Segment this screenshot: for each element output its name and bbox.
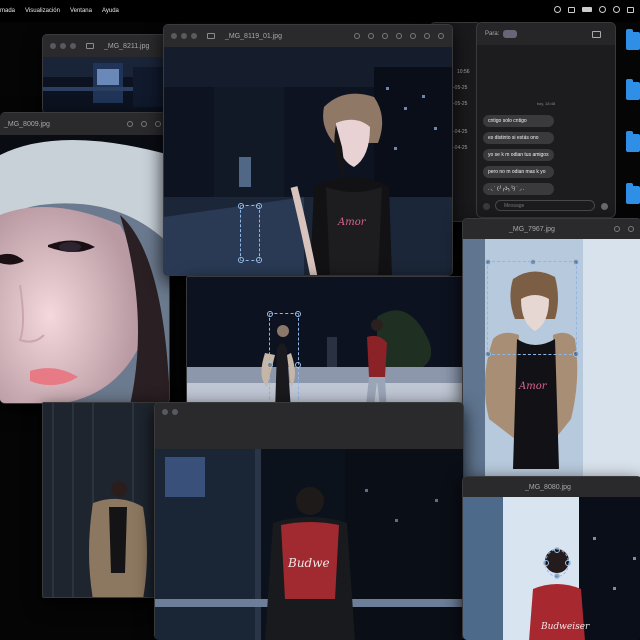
menu-bar: mada Visualización Ventana Ayuda — [0, 0, 640, 22]
message-bubble[interactable]: es distinto si estás ono — [483, 132, 554, 144]
clock-icon[interactable] — [627, 6, 634, 13]
sidebar-toggle-icon[interactable] — [207, 33, 215, 39]
window-title: _MG_8009.jpg — [4, 120, 50, 128]
desktop-folder-icon[interactable] — [626, 183, 640, 204]
rotate-icon[interactable] — [424, 33, 430, 39]
preview-window-fur-coat[interactable] — [42, 402, 158, 598]
window-titlebar[interactable]: _MG_8211.jpg — [43, 35, 167, 57]
zoom-icon[interactable] — [141, 121, 147, 127]
photo-image — [0, 135, 169, 403]
info-icon[interactable] — [127, 121, 133, 127]
message-bubble[interactable]: yo se k m odian tus amigos — [483, 149, 554, 161]
close-button[interactable] — [171, 33, 177, 39]
recipient-avatar[interactable] — [503, 30, 518, 38]
minimize-button[interactable] — [181, 33, 187, 39]
desktop-folder-icon[interactable] — [626, 131, 640, 152]
screen-mirror-icon[interactable] — [568, 6, 575, 13]
info-icon[interactable] — [354, 33, 360, 39]
markup-icon[interactable] — [410, 33, 416, 39]
close-button[interactable] — [50, 43, 56, 49]
siri-icon[interactable] — [554, 6, 561, 13]
minimize-button[interactable] — [60, 43, 66, 49]
message-bubble[interactable]: pero no m odian mas k yo — [483, 166, 554, 178]
info-icon[interactable] — [614, 226, 620, 232]
battery-icon[interactable] — [582, 7, 592, 12]
preview-window-8211[interactable]: _MG_8211.jpg — [42, 34, 168, 114]
window-titlebar[interactable] — [155, 403, 463, 449]
close-button[interactable] — [162, 409, 168, 415]
preview-window-8080[interactable]: _MG_8080.jpg Budweiser — [462, 476, 640, 640]
svg-text:Budweiser: Budweiser — [540, 622, 590, 632]
photo-image: Amor — [164, 47, 452, 275]
preview-window-8119[interactable]: _MG_8119_01.jpg Amor — [163, 24, 453, 276]
window-title: _MG_8211.jpg — [104, 42, 150, 50]
photo-image — [43, 403, 157, 597]
menu-item-view[interactable]: Visualización — [25, 8, 60, 14]
conversation-time[interactable]: -05-25 — [453, 85, 470, 91]
conversation-time[interactable]: -05-25 — [453, 101, 470, 107]
window-titlebar[interactable]: _MG_8119_01.jpg — [164, 25, 452, 47]
preview-window-7967[interactable]: _MG_7967.jpg Amor — [462, 218, 640, 484]
minimize-button[interactable] — [172, 409, 178, 415]
zoom-out-icon[interactable] — [368, 33, 374, 39]
conversation-date: hoy, 18:48 — [536, 101, 556, 106]
search-icon[interactable] — [438, 33, 444, 39]
zoom-button[interactable] — [70, 43, 76, 49]
messages-header: Para: — [477, 23, 615, 45]
control-center-icon[interactable] — [599, 6, 606, 13]
selection-box[interactable] — [543, 547, 571, 579]
message-bubble[interactable]: cntigo solo cntigo — [483, 115, 554, 127]
to-label: Para: — [485, 31, 500, 37]
zoom-button[interactable] — [191, 33, 197, 39]
zoom-in-icon[interactable] — [382, 33, 388, 39]
conversation-time[interactable]: -04-25 — [453, 145, 470, 151]
share-icon[interactable] — [155, 121, 161, 127]
menu-item-help[interactable]: Ayuda — [102, 8, 119, 14]
desktop-folder-icon[interactable] — [626, 79, 640, 100]
message-input[interactable]: Message — [495, 200, 595, 211]
zoom-icon[interactable] — [628, 226, 634, 232]
messages-window[interactable]: Para: hoy, 18:48 cntigo solo cntigo es d… — [476, 22, 616, 218]
svg-text:Budwe: Budwe — [287, 556, 330, 570]
wifi-icon[interactable] — [613, 6, 620, 13]
menu-item-edit[interactable]: mada — [0, 8, 15, 14]
photo-image: Budweiser — [463, 497, 640, 640]
window-titlebar[interactable]: _MG_8080.jpg — [463, 477, 640, 497]
svg-text:Amor: Amor — [518, 381, 548, 392]
message-thread: cntigo solo cntigo es distinto si estás … — [483, 115, 554, 195]
photo-image — [43, 57, 167, 113]
desktop-folder-icon[interactable] — [626, 29, 640, 50]
preview-window-8009[interactable]: _MG_8009.jpg — [0, 112, 170, 404]
svg-text:Amor: Amor — [337, 217, 367, 228]
selection-box[interactable] — [238, 203, 262, 263]
window-titlebar[interactable]: _MG_7967.jpg — [463, 219, 640, 239]
window-title: _MG_7967.jpg — [509, 225, 555, 233]
preview-window-jersey[interactable]: Budwe — [154, 402, 464, 640]
photo-image: Budwe — [155, 449, 463, 640]
window-title: _MG_8080.jpg — [525, 483, 571, 491]
conversation-time[interactable]: 10:56 — [457, 69, 470, 75]
photo-image: Amor — [463, 239, 640, 483]
window-title: _MG_8119_01.jpg — [225, 32, 283, 40]
share-icon[interactable] — [396, 33, 402, 39]
video-call-icon[interactable] — [592, 30, 601, 38]
add-attachment-icon[interactable] — [483, 203, 490, 210]
window-titlebar[interactable]: _MG_8009.jpg — [0, 113, 169, 135]
conversation-time[interactable]: -04-25 — [453, 129, 470, 135]
message-bubble[interactable]: . ◟ ˙ (╯╭ʖ╮╰) ˙ ◞ . — [483, 183, 554, 195]
sidebar-toggle-icon[interactable] — [86, 43, 94, 49]
menu-item-window[interactable]: Ventana — [70, 8, 92, 14]
selection-box[interactable] — [485, 259, 579, 357]
emoji-icon[interactable] — [601, 203, 608, 210]
